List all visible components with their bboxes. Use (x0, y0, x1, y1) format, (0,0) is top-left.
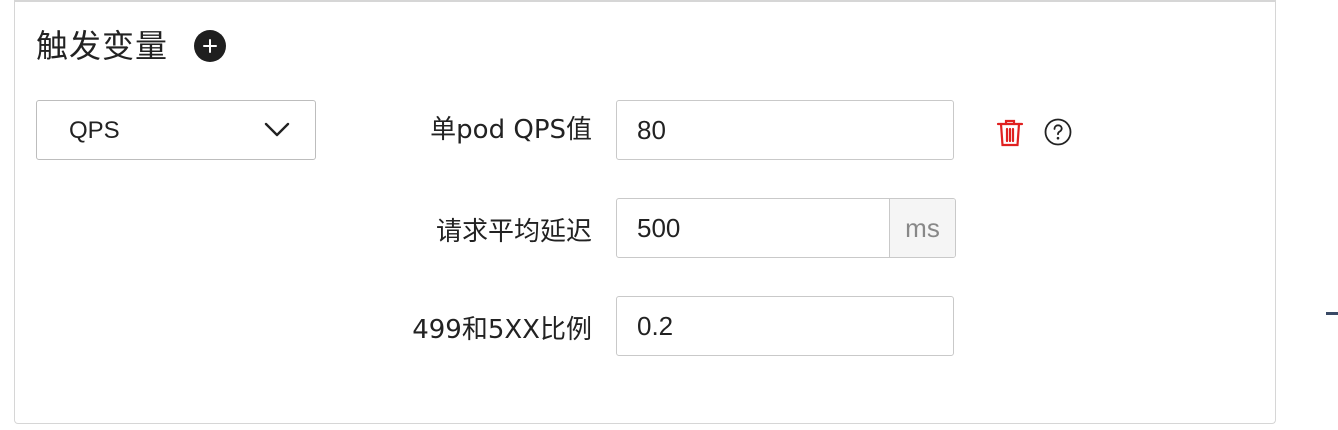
chevron-down-icon (264, 122, 290, 137)
error-ratio-input[interactable] (637, 297, 933, 355)
add-variable-button[interactable] (194, 30, 226, 62)
avg-latency-field[interactable]: ms (616, 198, 956, 258)
error-ratio-label: 499和5XX比例 (412, 315, 592, 345)
trash-icon[interactable] (996, 118, 1024, 148)
error-ratio-field[interactable] (616, 296, 954, 356)
qps-per-pod-label: 单pod QPS值 (430, 115, 592, 145)
unit-addon: ms (889, 199, 955, 257)
variable-type-select[interactable]: QPS (36, 100, 316, 160)
select-value: QPS (69, 117, 120, 144)
question-circle-icon[interactable] (1044, 118, 1072, 146)
avg-latency-label: 请求平均延迟 (435, 217, 592, 247)
edge-divider (1326, 312, 1338, 315)
qps-per-pod-input[interactable] (637, 101, 933, 159)
section-title: 触发变量 (36, 27, 169, 65)
avg-latency-input[interactable] (637, 199, 877, 257)
qps-per-pod-field[interactable] (616, 100, 954, 160)
